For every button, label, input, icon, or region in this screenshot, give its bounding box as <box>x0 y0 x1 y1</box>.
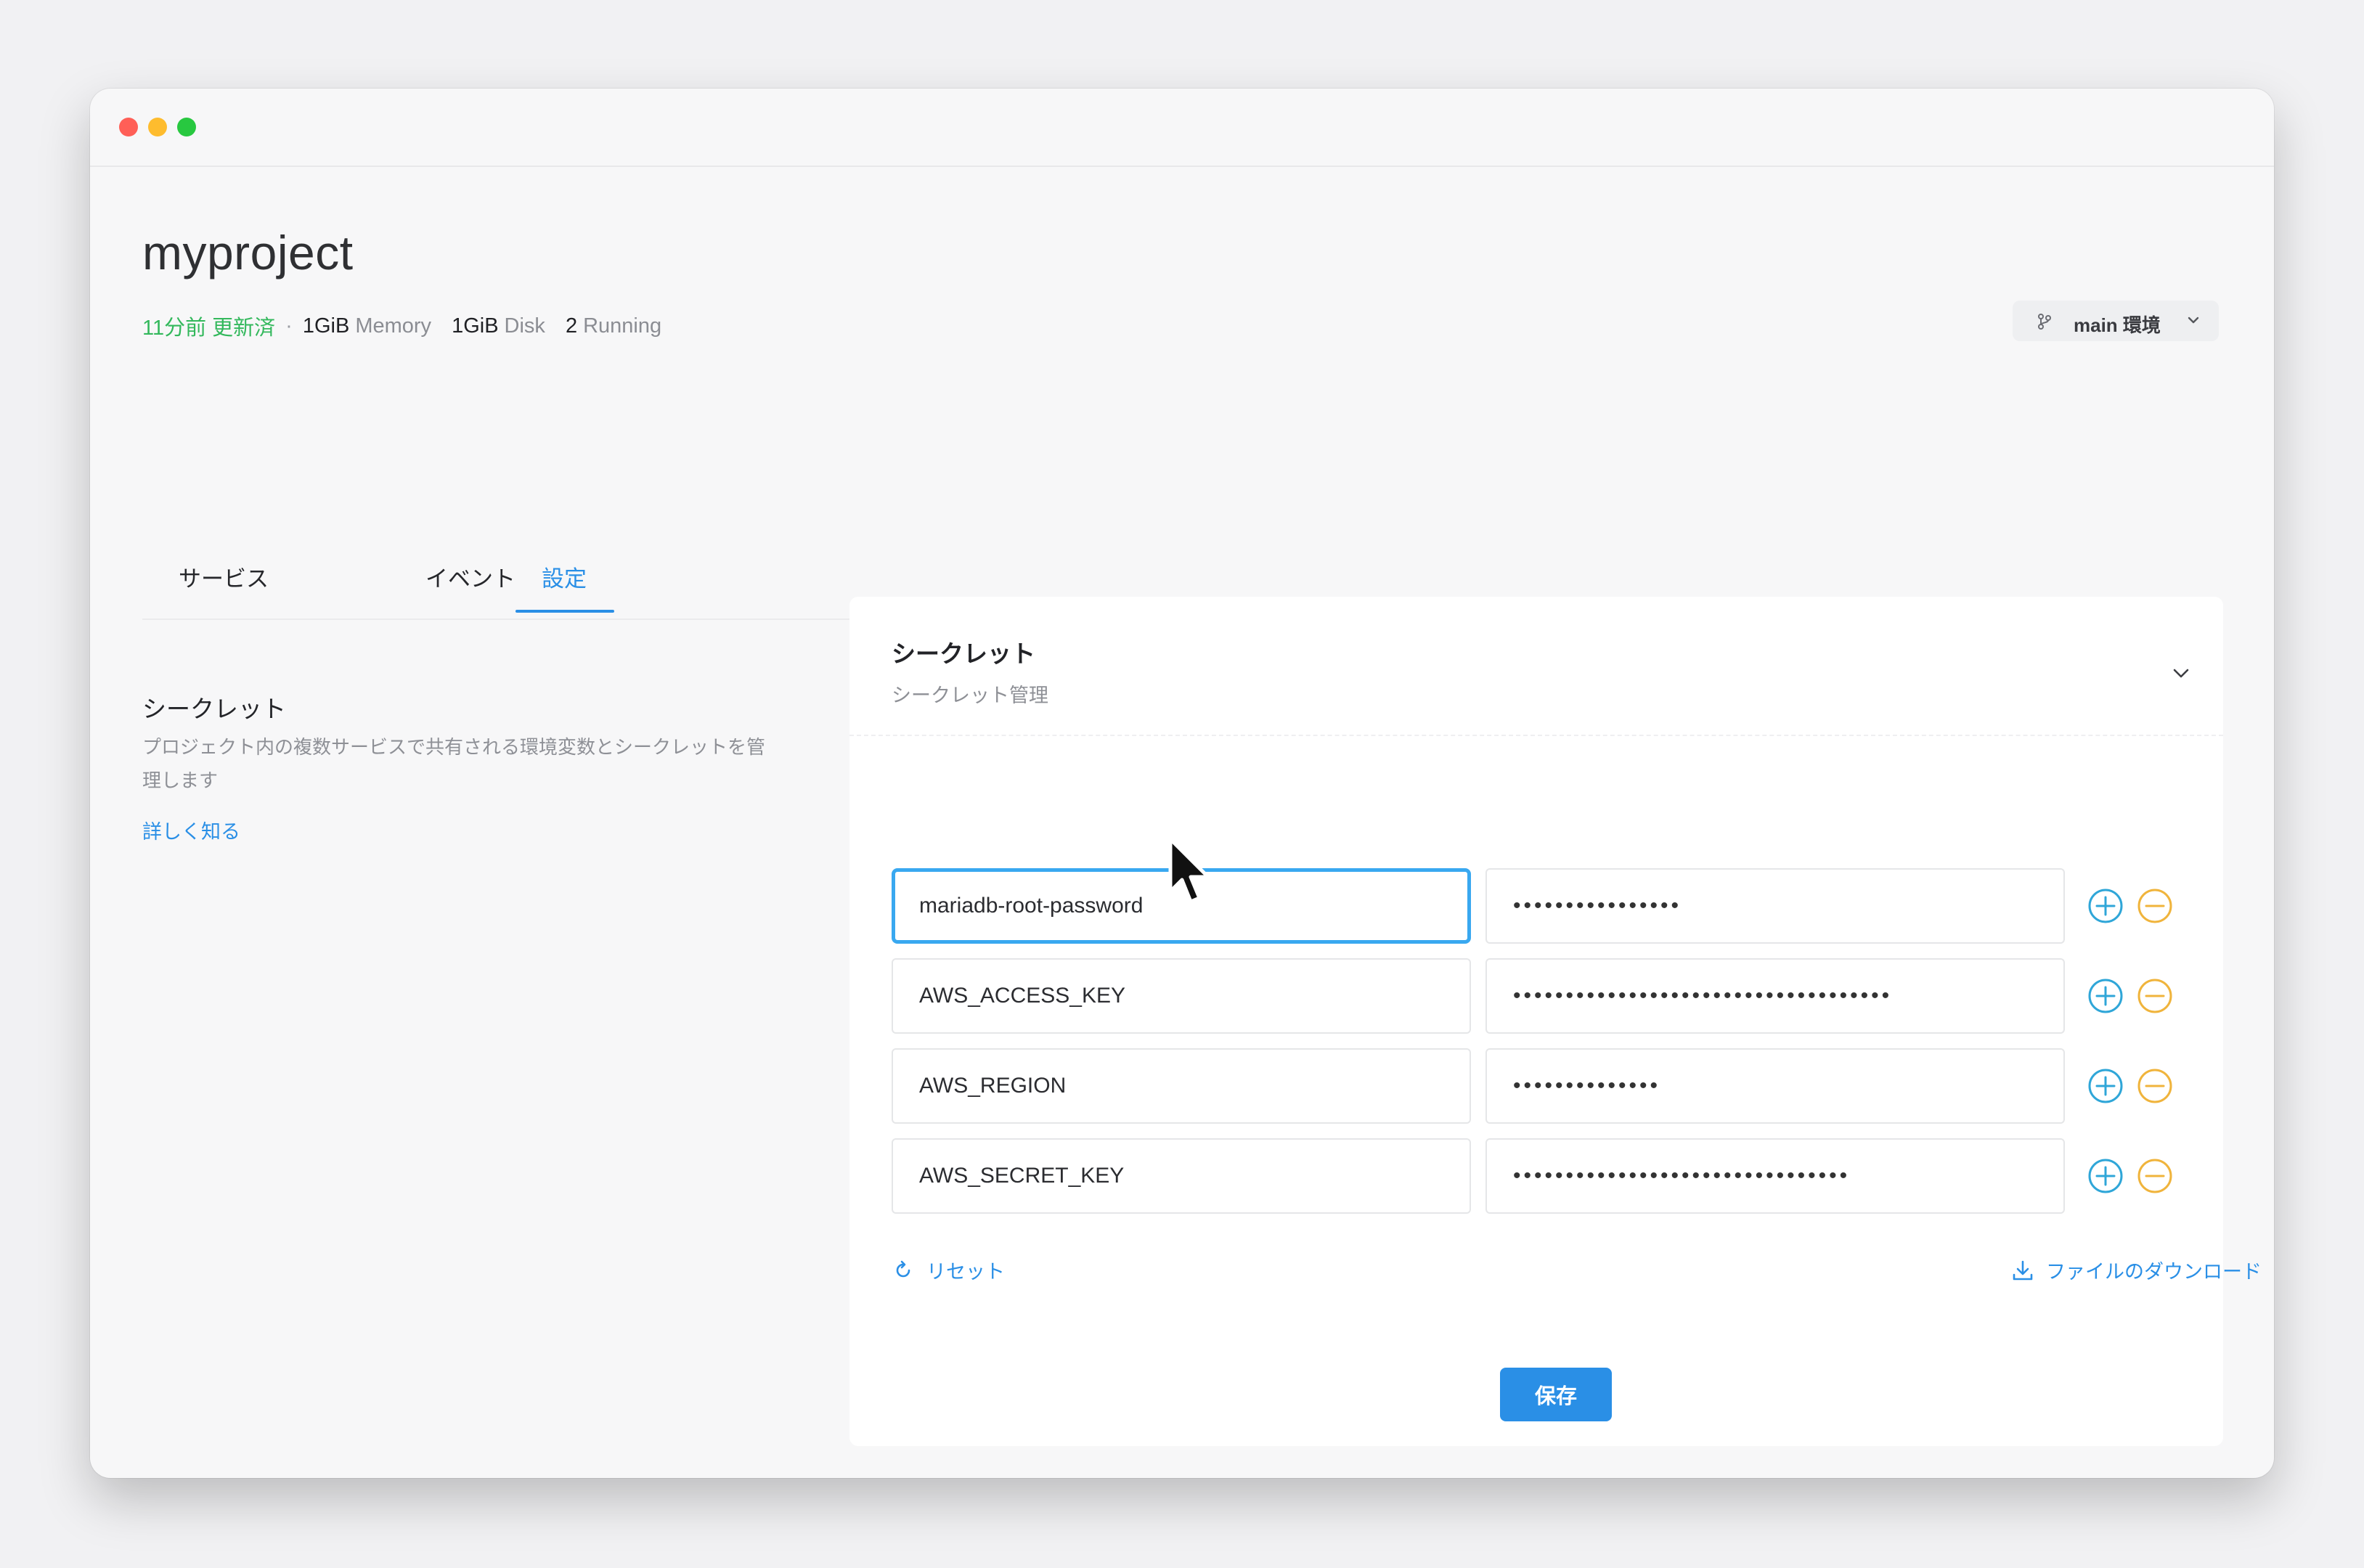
memory-value: 1GiB <box>302 314 350 338</box>
app-window: myproject 11分前 更新済 · 1GiB Memory 1GiB Di… <box>90 89 2274 1478</box>
download-icon <box>2013 1260 2033 1280</box>
memory-unit: Memory <box>355 314 432 338</box>
add-row-icon[interactable] <box>2087 1067 2124 1105</box>
remove-row-icon[interactable] <box>2136 887 2174 925</box>
reset-label: リセット <box>926 1261 1005 1283</box>
page-title: myproject <box>142 226 354 279</box>
remove-row-icon[interactable] <box>2136 1157 2174 1195</box>
add-row-icon[interactable] <box>2087 977 2124 1015</box>
secret-value-input[interactable] <box>1485 868 2065 944</box>
tab-events[interactable]: イベント <box>425 560 515 593</box>
secret-row <box>892 1048 2213 1124</box>
minimize-window-button[interactable] <box>148 118 167 136</box>
secret-row <box>892 868 2213 944</box>
remove-row-icon[interactable] <box>2136 1067 2174 1105</box>
add-row-icon[interactable] <box>2087 1157 2124 1195</box>
disk-value: 1GiB <box>452 314 499 338</box>
card-divider <box>849 735 2223 736</box>
active-tab-indicator <box>515 610 614 613</box>
card-subtitle: シークレット管理 <box>892 685 1048 706</box>
chevron-down-icon <box>2188 317 2199 324</box>
secret-row <box>892 958 2213 1034</box>
running-unit: Running <box>583 314 662 338</box>
secret-value-input[interactable] <box>1485 958 2065 1034</box>
collapse-chevron-icon[interactable] <box>2171 666 2191 681</box>
secrets-card: シークレット シークレット管理 mariadb-root-password ••… <box>849 597 2262 1446</box>
tab-settings[interactable]: 設定 <box>542 560 587 593</box>
secret-value-input[interactable] <box>1485 1138 2065 1214</box>
secret-value-input[interactable] <box>1485 1048 2065 1124</box>
save-button[interactable]: 保存 <box>1500 1368 1612 1421</box>
git-branch-icon <box>2038 314 2051 330</box>
close-window-button[interactable] <box>119 118 138 136</box>
secret-key-input[interactable] <box>892 958 1471 1034</box>
learn-more-link[interactable]: 詳しく知る <box>142 816 240 844</box>
branch-selector[interactable]: main 環境 <box>2013 301 2219 341</box>
title-bar <box>90 89 2274 167</box>
secret-key-input[interactable] <box>892 1138 1471 1214</box>
add-row-icon[interactable] <box>2087 887 2124 925</box>
remove-row-icon[interactable] <box>2136 977 2174 1015</box>
tab-services[interactable]: サービス <box>179 560 269 593</box>
section-title: シークレット <box>142 695 286 722</box>
card-title: シークレット <box>892 640 1035 667</box>
disk-unit: Disk <box>504 314 545 338</box>
zoom-window-button[interactable] <box>177 118 196 136</box>
running-value: 2 <box>565 314 578 338</box>
refresh-icon <box>896 1260 910 1277</box>
download-file-button[interactable]: ファイルのダウンロード <box>2011 1256 2262 1284</box>
secret-key-input[interactable] <box>892 1048 1471 1124</box>
reset-button[interactable]: リセット <box>893 1256 1005 1284</box>
branch-label: main 環境 <box>2074 314 2161 336</box>
updated-status: 11分前 更新済 <box>142 317 276 340</box>
section-description: プロジェクト内の複数サービスで共有される環境変数とシークレットを管理します <box>142 736 766 791</box>
secret-row <box>892 1138 2213 1214</box>
project-stats: 11分前 更新済 · 1GiB Memory 1GiB Disk 2 Runni… <box>142 311 682 341</box>
stats-separator: · <box>285 314 293 338</box>
download-label: ファイルのダウンロード <box>2046 1261 2262 1283</box>
mouse-cursor-icon <box>1168 837 1210 904</box>
